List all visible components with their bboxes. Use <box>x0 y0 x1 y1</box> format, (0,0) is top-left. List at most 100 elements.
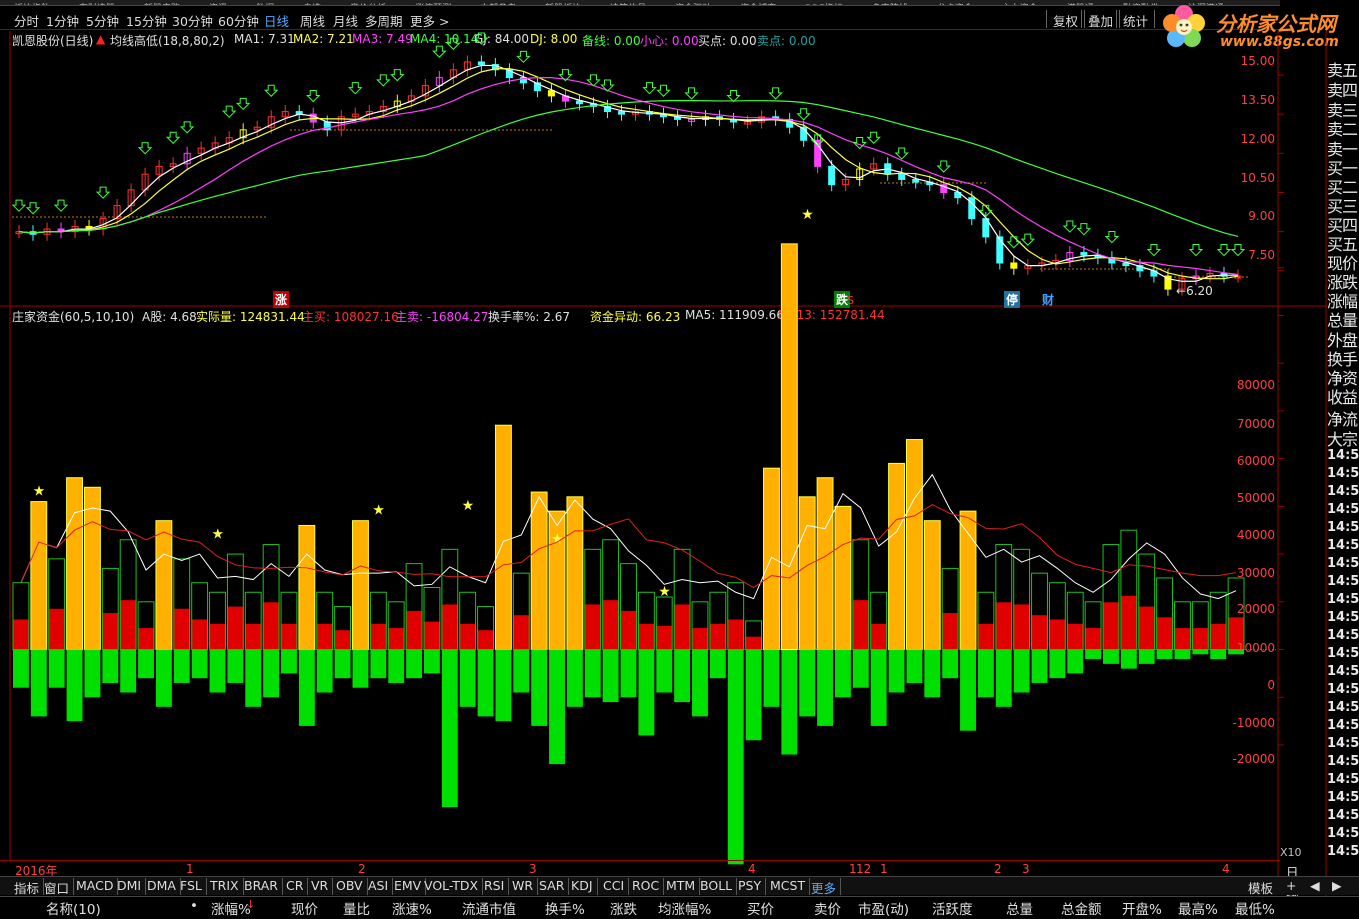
volume-neg-bar <box>817 649 833 726</box>
volume-bar <box>959 510 977 651</box>
col-open[interactable]: 开盘% <box>1122 898 1162 918</box>
volume-neg-bar <box>209 649 226 693</box>
volume-neg-bar <box>1120 649 1137 669</box>
volume-neg-bar <box>906 649 923 683</box>
volume-red-bar <box>1156 617 1173 650</box>
signal-arrows <box>11 32 1246 257</box>
down-arrow-icon <box>516 50 531 64</box>
volume-neg-bar <box>960 649 976 731</box>
col-high[interactable]: 最高% <box>1178 898 1218 918</box>
stock-charts[interactable]: ★★★ ★★★★ <box>0 0 1359 919</box>
tab-asi[interactable]: ASI <box>364 878 394 895</box>
tab-brar[interactable]: BRAR <box>240 878 283 895</box>
tab-cci[interactable]: CCI <box>599 878 630 895</box>
volume-neg-bar <box>406 649 422 679</box>
col-change-pct[interactable]: 涨幅% <box>211 898 251 918</box>
down-arrow-icon <box>390 69 405 82</box>
tab-roc[interactable]: ROC <box>628 878 665 895</box>
ts-time: 14:56 <box>1327 844 1359 859</box>
volume-red-bar <box>1031 615 1048 650</box>
down-arrow-icon <box>432 45 447 58</box>
down-arrow-icon <box>936 160 951 173</box>
col-volume-ratio[interactable]: 量比 <box>343 898 370 918</box>
col-updown[interactable]: 涨跌 <box>610 898 637 918</box>
tab-wr[interactable]: WR <box>508 878 539 895</box>
down-arrow-icon <box>446 37 461 50</box>
down-arrow-icon <box>137 142 153 155</box>
volume-red-bar <box>48 608 65 650</box>
volume-bar <box>352 520 369 651</box>
volume-neg-bar <box>298 649 315 726</box>
volume-red-bar <box>209 623 226 650</box>
volume-neg-bar <box>888 649 905 693</box>
ma-lines <box>18 64 1239 282</box>
tab-vr[interactable]: VR <box>307 878 334 895</box>
volume-red-bar <box>1120 595 1137 650</box>
tab-more[interactable]: 更多 <box>807 878 842 896</box>
col-pe[interactable]: 市盈(动) <box>858 898 909 918</box>
candle-body <box>912 178 920 183</box>
tab-boll[interactable]: BOLL <box>696 878 738 895</box>
volume-neg-bar <box>334 649 351 679</box>
tab-trix[interactable]: TRIX <box>206 878 244 895</box>
add-button[interactable]: + <box>1282 878 1300 895</box>
col-bid[interactable]: 买价 <box>747 898 774 918</box>
price-tick: 12.00 <box>1240 132 1275 146</box>
volume-neg-bar <box>424 649 440 674</box>
tab-vol-tdx[interactable]: VOL-TDX <box>420 878 484 895</box>
volume-bar <box>155 520 173 651</box>
tab-rsi[interactable]: RSI <box>480 878 510 895</box>
tab-mtm[interactable]: MTM <box>662 878 701 895</box>
template-button[interactable]: 模板 <box>1244 878 1277 896</box>
volume-neg-bar <box>835 649 851 698</box>
col-activity[interactable]: 活跃度 <box>932 898 973 918</box>
col-low[interactable]: 最低% <box>1235 898 1275 918</box>
ts-time: 14:54 <box>1327 628 1359 643</box>
tab-kdj[interactable]: KDJ <box>567 878 598 895</box>
tab-cr[interactable]: CR <box>282 878 309 895</box>
volume-neg-bar <box>1192 649 1209 655</box>
col-ask[interactable]: 卖价 <box>814 898 841 918</box>
tab-psy[interactable]: PSY <box>734 878 767 895</box>
col-float-cap[interactable]: 流通市值 <box>462 898 516 918</box>
volume-red-bar <box>656 625 673 650</box>
volume-neg-bar <box>674 649 691 703</box>
volume-neg-bar <box>727 649 744 865</box>
col-turnover[interactable]: 换手% <box>545 898 585 918</box>
tab-fsl[interactable]: FSL <box>176 878 207 895</box>
col-avg-change[interactable]: 均涨幅% <box>658 898 711 918</box>
volume-red-bar <box>1049 619 1066 650</box>
scroll-right-icon[interactable]: ▶ <box>1328 878 1346 895</box>
tab-indicator[interactable]: 指标 <box>10 878 45 896</box>
volume-bars: ★★★ ★★★★ <box>12 207 1284 865</box>
ts-time: 14:55 <box>1327 754 1359 769</box>
volume-red-bar <box>1103 602 1119 650</box>
ma13-volume-line <box>20 504 1237 589</box>
volume-red-bar <box>191 619 208 650</box>
tab-mcst[interactable]: MCST <box>766 878 811 895</box>
down-arrow-icon <box>1104 231 1120 244</box>
col-total-vol[interactable]: 总量 <box>1006 898 1033 918</box>
volume-neg-bar <box>1174 649 1191 660</box>
ma4-line <box>18 99 1239 238</box>
tab-window[interactable]: 窗口 <box>40 878 75 896</box>
volume-neg-bar <box>924 649 941 698</box>
col-speed[interactable]: 涨速% <box>392 898 432 918</box>
down-arrow-icon <box>894 147 909 160</box>
down-arrow-icon <box>1146 244 1162 257</box>
col-price[interactable]: 现价 <box>291 898 318 918</box>
tab-sar[interactable]: SAR <box>535 878 570 895</box>
tab-obv[interactable]: OBV <box>332 878 368 895</box>
volume-neg-bar <box>995 649 1012 707</box>
col-name[interactable]: 名称(10) <box>46 898 101 918</box>
col-total-amount[interactable]: 总金额 <box>1061 898 1102 918</box>
volume-neg-bar <box>745 649 762 741</box>
scroll-left-icon[interactable]: ◀ <box>1306 878 1324 895</box>
volume-spike-bar <box>780 243 798 651</box>
candle-body <box>898 173 906 180</box>
ts-time: 14:53 <box>1327 556 1359 571</box>
tab-dmi[interactable]: DMI <box>113 878 147 895</box>
tab-macd[interactable]: MACD <box>72 878 119 895</box>
down-arrow-icon <box>1216 244 1232 257</box>
down-arrow-icon <box>1062 220 1078 233</box>
